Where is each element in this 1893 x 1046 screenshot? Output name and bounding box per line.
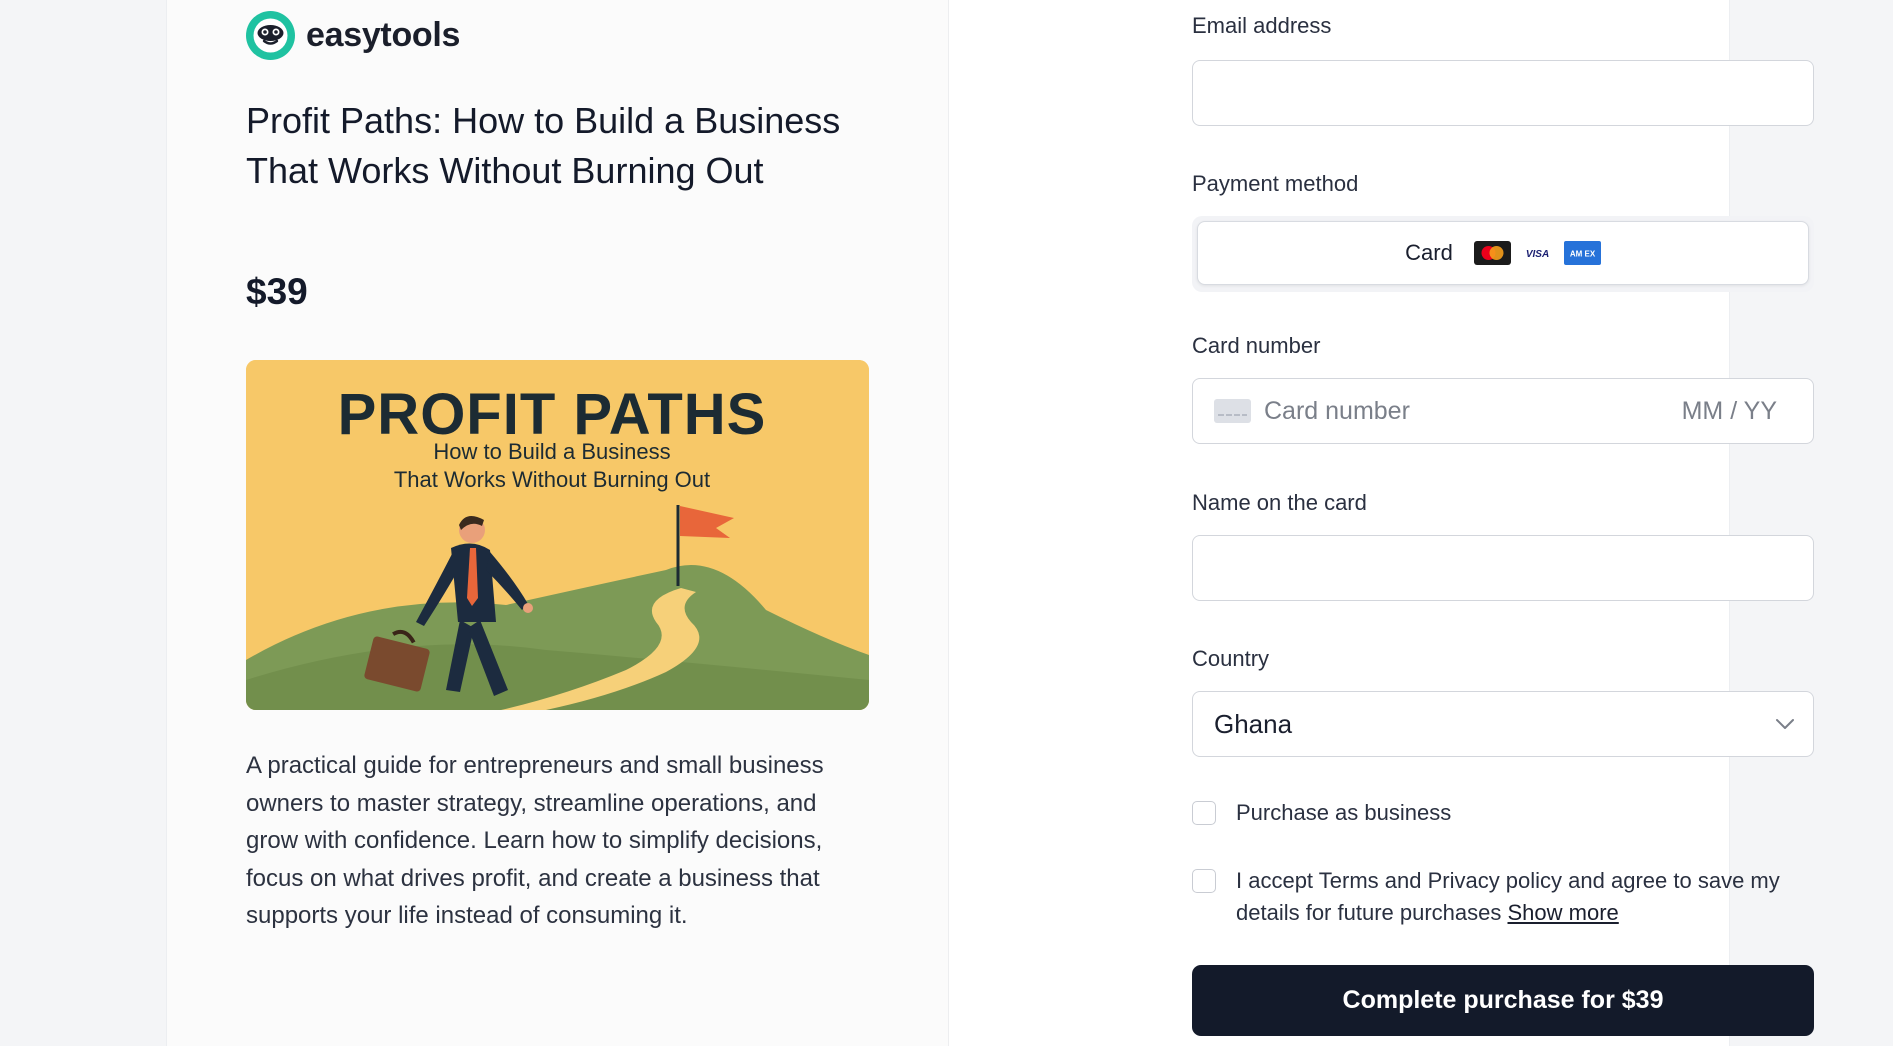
product-description: A practical guide for entrepreneurs and … <box>246 752 824 929</box>
terms-checkbox[interactable] <box>1192 869 1216 893</box>
complete-purchase-button[interactable]: Complete purchase for $39 <box>1192 965 1814 1036</box>
name-on-card-label: Name on the card <box>1192 490 1367 515</box>
terms-row: I accept Terms and Privacy policy and ag… <box>1192 868 1816 929</box>
mastercard-icon <box>1473 241 1511 265</box>
credit-card-icon <box>1214 399 1251 423</box>
card-number-field[interactable]: Card number MM / YY <box>1192 378 1814 444</box>
cover-subtitle-line2: That Works Without Burning Out <box>394 467 710 492</box>
card-number-placeholder: Card number <box>1264 396 1410 425</box>
brand[interactable]: easytools <box>246 11 460 60</box>
country-label: Country <box>1192 646 1270 671</box>
payment-method-card-option[interactable]: Card VISA AM EX <box>1197 221 1809 285</box>
card-expiry-field[interactable]: MM / YY <box>1682 397 1777 426</box>
purchase-as-business-row: Purchase as business <box>1192 800 1451 829</box>
product-title: Profit Paths: How to Build a Business Th… <box>246 100 841 191</box>
product-cover-image: PROFIT PATHS How to Build a Business Tha… <box>246 360 869 710</box>
payment-method-label: Payment method <box>1192 171 1359 196</box>
checkout-form: Email address Payment method Card VISA A… <box>949 0 1814 1046</box>
country-selected-value: Ghana <box>1214 708 1293 739</box>
email-field[interactable] <box>1192 60 1814 126</box>
checkout-card: easytools Profit Paths: How to Build a B… <box>167 0 1814 1046</box>
name-on-card-field[interactable] <box>1192 535 1814 601</box>
payment-method-card-label: Card <box>1405 240 1453 265</box>
terms-text: I accept Terms and Privacy policy and ag… <box>1236 865 1816 929</box>
purchase-as-business-label[interactable]: Purchase as business <box>1236 797 1451 829</box>
visa-text: VISA <box>1526 249 1549 260</box>
country-select[interactable]: Ghana <box>1192 691 1814 757</box>
product-price: $39 <box>246 271 308 312</box>
cover-headline: PROFIT PATHS <box>338 382 767 447</box>
cover-illustration: PROFIT PATHS How to Build a Business Tha… <box>246 360 869 710</box>
show-more-link[interactable]: Show more <box>1508 900 1619 925</box>
amex-text: AM EX <box>1570 250 1596 259</box>
amex-icon: AM EX <box>1563 241 1601 265</box>
payment-method-selector: Card VISA AM EX <box>1192 216 1814 292</box>
product-panel: easytools Profit Paths: How to Build a B… <box>167 0 949 1046</box>
easytools-logo-icon <box>246 11 295 60</box>
purchase-as-business-checkbox[interactable] <box>1192 801 1216 825</box>
chevron-down-icon <box>1776 719 1794 729</box>
cover-subtitle-line1: How to Build a Business <box>433 439 670 464</box>
visa-icon: VISA <box>1518 241 1556 265</box>
card-number-label: Card number <box>1192 333 1321 358</box>
brand-name: easytools <box>306 16 461 54</box>
email-label: Email address <box>1192 13 1332 38</box>
